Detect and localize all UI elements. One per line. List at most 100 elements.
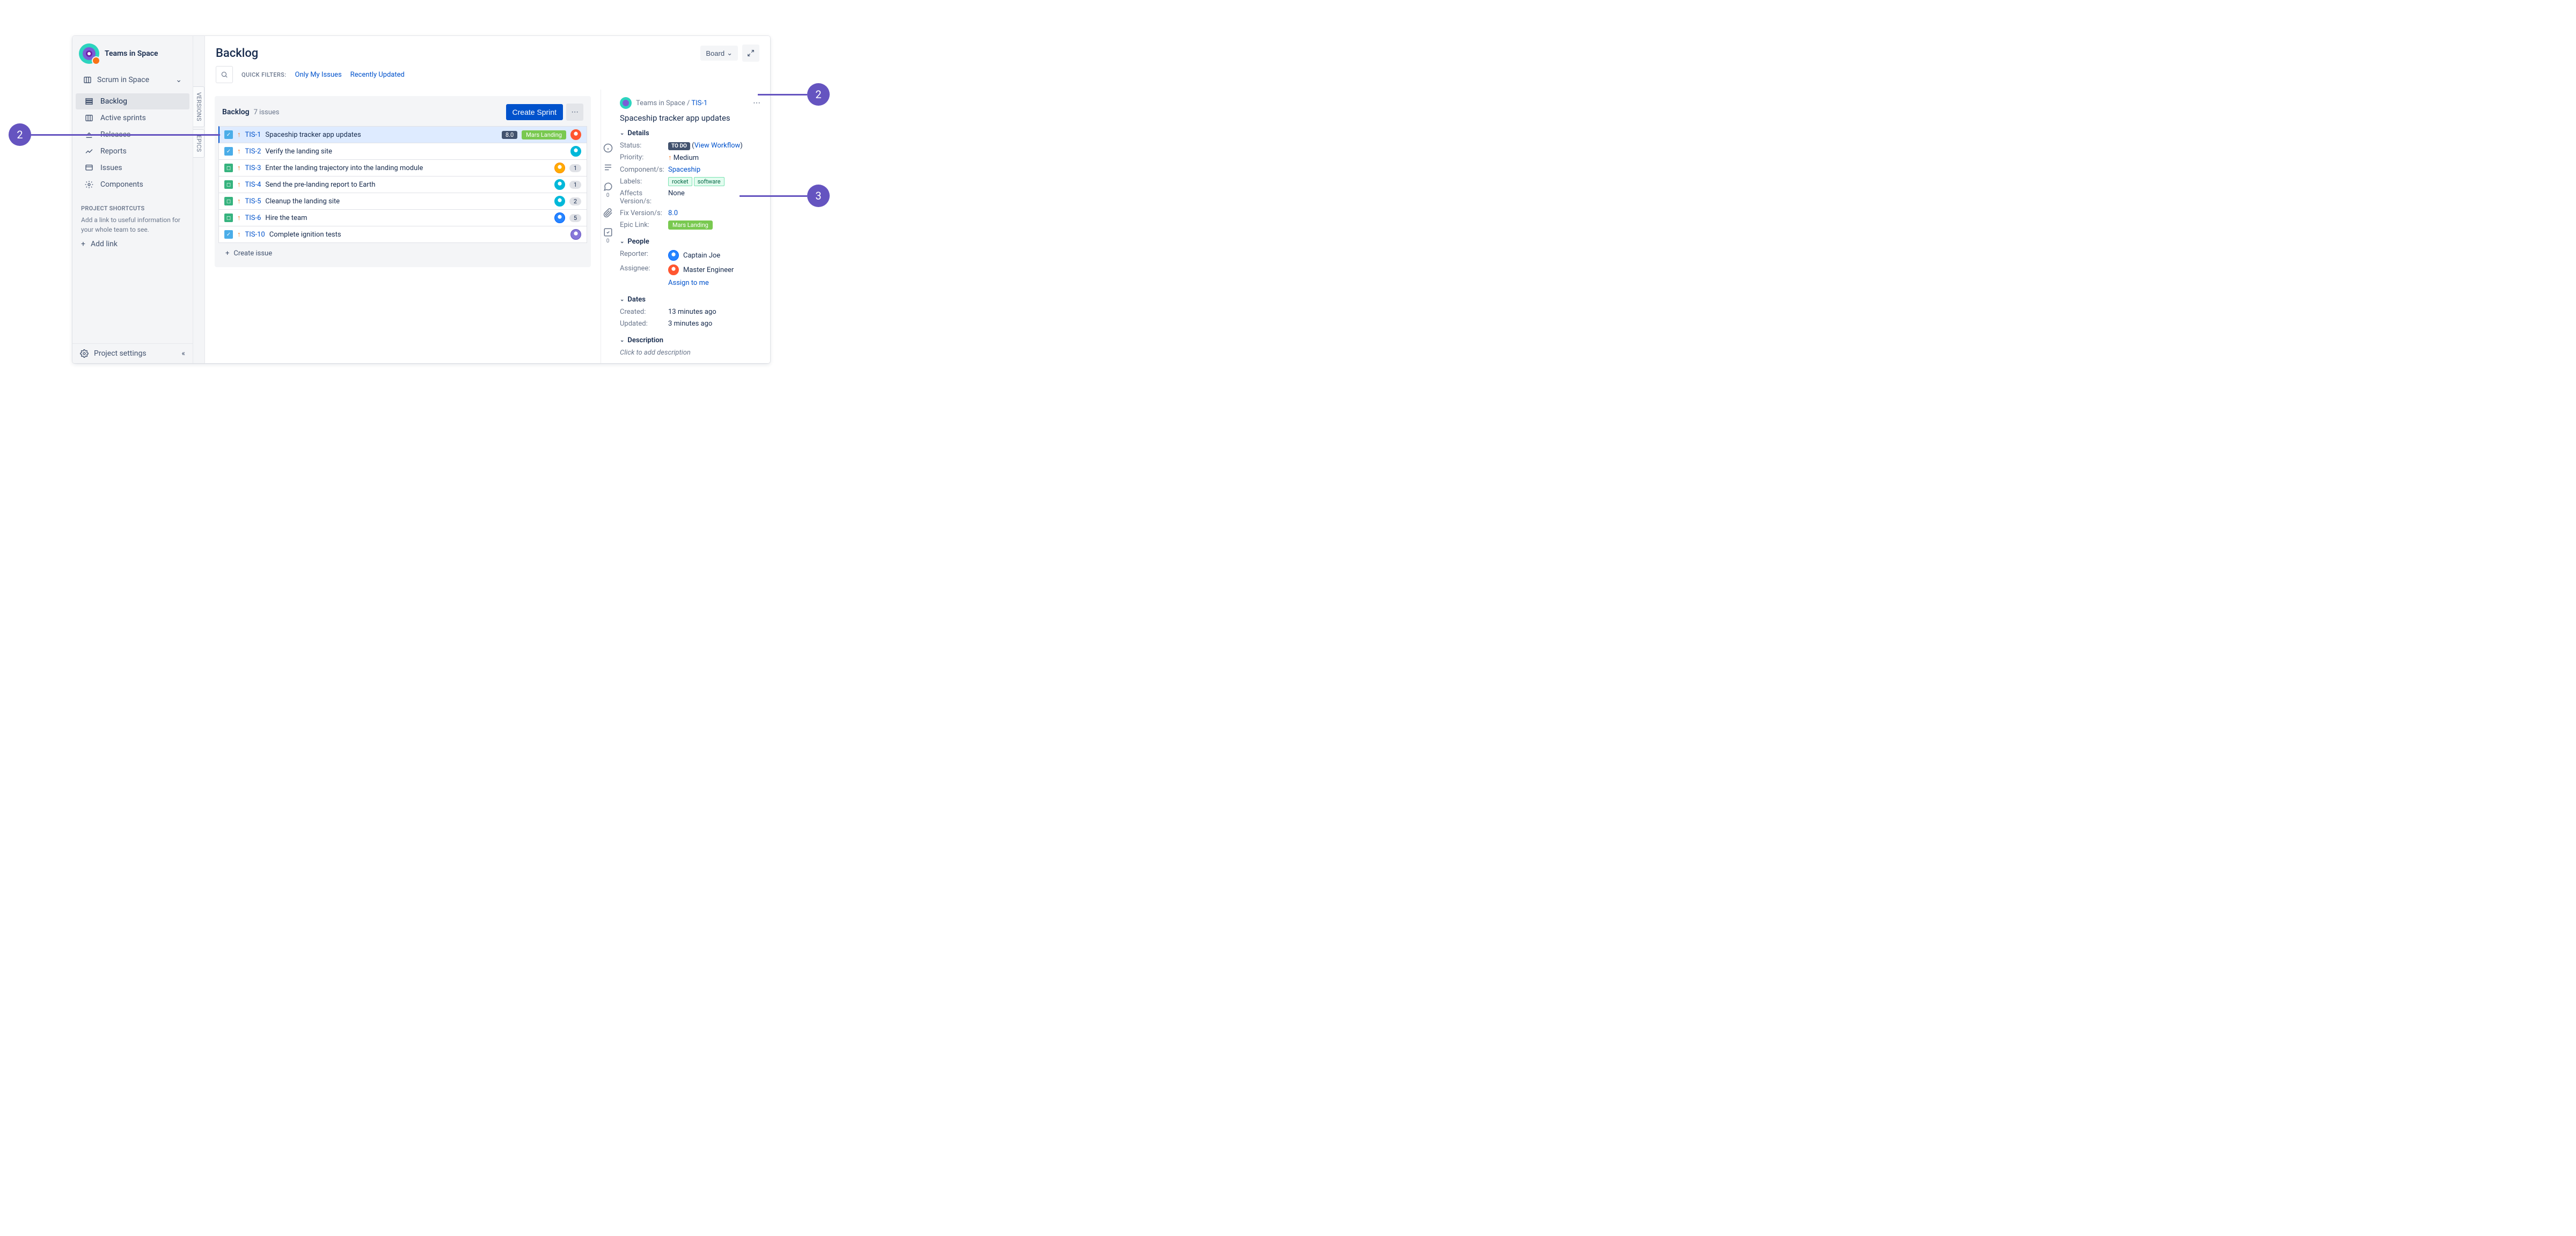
sidebar: Teams in Space Scrum in Space ⌄ Backlog … (72, 36, 193, 363)
dates-section-toggle[interactable]: ⌄Dates (620, 296, 760, 304)
create-sprint-button[interactable]: Create Sprint (506, 104, 563, 120)
issues-icon (84, 163, 94, 173)
fix-versions-label: Fix Version/s: (620, 209, 668, 217)
avatar-icon (554, 179, 565, 190)
nav-backlog[interactable]: Backlog (76, 93, 189, 109)
view-workflow-link[interactable]: View Workflow (694, 142, 741, 150)
assignee-label: Assignee: (620, 264, 668, 275)
priority-arrow-icon: ↑ (237, 130, 241, 139)
filter-recently-updated[interactable]: Recently Updated (350, 71, 405, 79)
avatar-icon (668, 264, 679, 275)
issue-key[interactable]: TIS-3 (245, 164, 261, 172)
priority-arrow-icon: ↑ (237, 197, 241, 205)
fix-versions-value[interactable]: 8.0 (668, 209, 760, 217)
chevron-down-icon: ⌄ (175, 76, 182, 84)
callout-3-right: 3 (740, 185, 830, 207)
versions-tab[interactable]: VERSIONS (193, 86, 204, 127)
components-icon (84, 180, 94, 189)
vertical-tabs: VERSIONS EPICS (193, 36, 205, 363)
expand-button[interactable] (742, 45, 759, 62)
reports-icon (84, 146, 94, 156)
people-section-toggle[interactable]: ⌄People (620, 238, 760, 246)
reporter-label: Reporter: (620, 250, 668, 261)
issue-row[interactable]: ◻ ↑ TIS-3 Enter the landing trajectory i… (218, 160, 587, 176)
issue-key[interactable]: TIS-4 (245, 181, 261, 189)
status-label: Status: (620, 142, 668, 150)
assign-to-me-link[interactable]: Assign to me (668, 279, 760, 287)
priority-label: Priority: (620, 153, 668, 162)
issue-key[interactable]: TIS-6 (245, 214, 261, 222)
priority-arrow-icon: ↑ (237, 147, 241, 156)
issue-key[interactable]: TIS-1 (245, 131, 261, 139)
status-value[interactable]: TO DO (View Workflow) (668, 142, 760, 150)
reporter-value[interactable]: Captain Joe (668, 250, 760, 261)
count-pill: 1 (569, 164, 581, 172)
count-pill: 2 (569, 197, 581, 205)
filter-only-my-issues[interactable]: Only My Issues (295, 71, 342, 79)
issue-row[interactable]: ◻ ↑ TIS-5 Cleanup the landing site 2 (218, 193, 587, 210)
issue-type-icon: ◻ (224, 214, 233, 222)
shortcuts-help: Add a link to useful information for you… (72, 215, 193, 234)
issue-row[interactable]: ◻ ↑ TIS-6 Hire the team 5 (218, 210, 587, 226)
create-issue-button[interactable]: +Create issue (215, 243, 591, 258)
issue-type-icon: ◻ (224, 197, 233, 205)
comments-icon[interactable]: 0 (603, 182, 613, 198)
add-link-button[interactable]: +Add link (72, 234, 193, 254)
backlog-count: 7 issues (254, 108, 280, 116)
board-selector-label: Scrum in Space (97, 76, 149, 84)
issue-summary: Send the pre-landing report to Earth (265, 181, 550, 189)
search-button[interactable] (216, 66, 233, 83)
avatar-icon (554, 196, 565, 207)
epic-badge: Mars Landing (522, 130, 566, 139)
issue-summary: Hire the team (265, 214, 550, 222)
created-value: 13 minutes ago (668, 308, 760, 316)
issue-title[interactable]: Spaceship tracker app updates (620, 113, 760, 123)
epic-link-value[interactable]: Mars Landing (668, 221, 760, 229)
collapse-sidebar-button[interactable]: « (181, 349, 185, 358)
nav-issues[interactable]: Issues (76, 160, 189, 176)
issue-key[interactable]: TIS-2 (245, 148, 261, 156)
issue-summary: Enter the landing trajectory into the la… (265, 164, 550, 172)
chevron-down-icon: ⌄ (620, 337, 624, 343)
board-dropdown-button[interactable]: Board⌄ (700, 46, 738, 61)
priority-value[interactable]: ↑ Medium (668, 153, 760, 162)
priority-arrow-icon: ↑ (237, 214, 241, 222)
issue-summary: Verify the landing site (265, 148, 566, 156)
backlog-more-button[interactable]: ⋯ (566, 104, 583, 121)
avatar-icon (554, 163, 565, 173)
issue-key[interactable]: TIS-10 (245, 231, 265, 239)
plus-icon: + (225, 249, 229, 258)
board-selector[interactable]: Scrum in Space ⌄ (77, 71, 188, 89)
attachments-icon[interactable] (603, 208, 613, 218)
epic-link-label: Epic Link: (620, 221, 668, 229)
description-icon[interactable] (603, 163, 613, 172)
info-icon[interactable] (603, 143, 613, 153)
details-section-toggle[interactable]: ⌄Details (620, 129, 760, 137)
issue-type-icon: ◻ (224, 180, 233, 189)
issue-key[interactable]: TIS-5 (245, 197, 261, 205)
project-header[interactable]: Teams in Space (72, 43, 193, 69)
issue-summary: Cleanup the landing site (265, 197, 550, 205)
quick-filters-label: QUICK FILTERS: (241, 71, 287, 78)
issue-row[interactable]: ◻ ↑ TIS-4 Send the pre-landing report to… (218, 176, 587, 193)
project-settings-button[interactable]: Project settings (80, 349, 147, 358)
callout-2-right: 2 (758, 83, 830, 106)
description-placeholder[interactable]: Click to add description (620, 349, 760, 357)
description-section-toggle[interactable]: ⌄Description (620, 336, 760, 344)
issue-row[interactable]: ✓ ↑ TIS-2 Verify the landing site (218, 143, 587, 160)
issue-key-link[interactable]: TIS-1 (691, 99, 707, 107)
issue-row[interactable]: ✓ ↑ TIS-10 Complete ignition tests (218, 226, 587, 243)
assignee-value[interactable]: Master Engineer (668, 264, 760, 275)
project-name: Teams in Space (105, 49, 158, 58)
components-value[interactable]: Spaceship (668, 166, 760, 174)
backlog-title: Backlog (222, 108, 250, 116)
avatar-icon (570, 229, 581, 240)
chevron-down-icon: ⌄ (620, 297, 624, 303)
priority-arrow-icon: ↑ (237, 230, 241, 239)
avatar-icon (570, 129, 581, 140)
subtasks-icon[interactable]: 0 (603, 227, 613, 244)
issue-row[interactable]: ✓ ↑ TIS-1 Spaceship tracker app updates … (218, 126, 587, 143)
nav-components[interactable]: Components (76, 176, 189, 193)
affects-label: Affects Version/s: (620, 189, 668, 205)
detail-rail: 0 0 (601, 90, 614, 363)
